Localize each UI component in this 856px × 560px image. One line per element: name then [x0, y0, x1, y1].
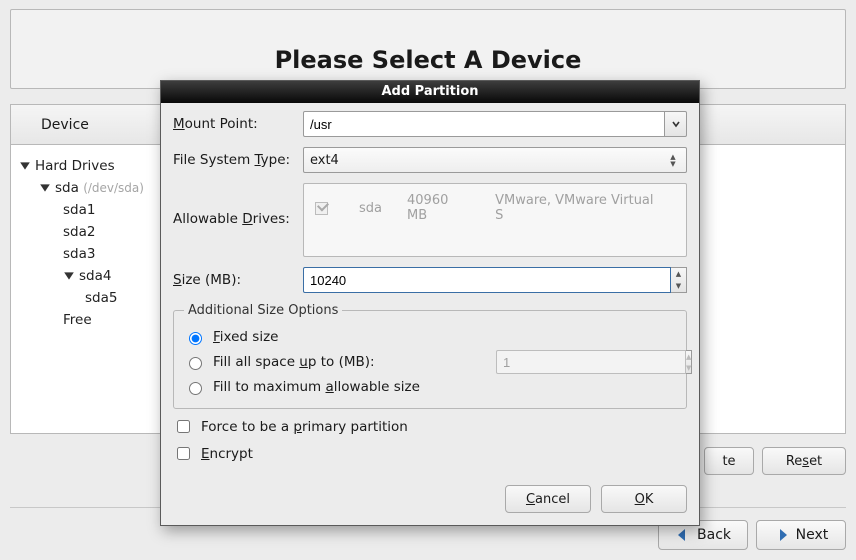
delete-button[interactable]: te [704, 447, 754, 475]
arrow-left-icon [675, 527, 691, 543]
encrypt-checkbox[interactable]: Encrypt [173, 444, 687, 463]
drive-size: 40960 MB [406, 192, 492, 224]
expand-icon[interactable] [19, 160, 31, 172]
radio-fill-up-to-input[interactable] [189, 357, 202, 370]
tree-label: sda5 [85, 287, 117, 309]
fs-type-select[interactable]: ext4 ▲▼ [303, 147, 687, 173]
mount-point-input[interactable] [303, 111, 665, 137]
fill-up-to-input [496, 350, 686, 374]
drive-name: sda [358, 192, 404, 224]
spin-arrows-icon[interactable]: ▲▼ [671, 267, 687, 293]
tree-label: sda1 [63, 199, 95, 221]
tree-label: Free [63, 309, 92, 331]
allowable-drives-list: sda 40960 MB VMware, VMware Virtual S [303, 183, 687, 257]
fs-type-value: ext4 [310, 153, 339, 168]
fill-up-to-spinbox: ▲▼ [496, 350, 676, 374]
radio-fill-max-input[interactable] [189, 382, 202, 395]
force-primary-checkbox[interactable]: Force to be a primary partition [173, 417, 687, 436]
expand-icon[interactable] [63, 270, 75, 282]
fs-type-label: File System Type: [173, 152, 303, 168]
dialog-title: Add Partition [161, 81, 699, 103]
encrypt-input[interactable] [177, 447, 190, 460]
chevron-down-icon[interactable] [665, 111, 687, 137]
radio-fixed-size-input[interactable] [189, 332, 202, 345]
spin-arrows-icon: ▲▼ [686, 350, 692, 374]
button-label: te [722, 454, 735, 469]
radio-fill-up-to-label[interactable]: Fill all space up to (MB): [213, 354, 375, 370]
mount-point-label: Mount Point: [173, 116, 303, 132]
spin-icon[interactable]: ▲▼ [666, 154, 680, 167]
size-options-legend: Additional Size Options [184, 303, 342, 318]
additional-size-options: Additional Size Options Fixed size Fill … [173, 303, 687, 409]
size-input[interactable] [303, 267, 671, 293]
radio-fill-max[interactable]: Fill to maximum allowable size [184, 379, 676, 395]
next-button[interactable]: Next [756, 520, 846, 550]
add-partition-dialog: Add Partition Mount Point: File System T… [160, 80, 700, 526]
dialog-button-bar: Cancel OK [161, 473, 699, 525]
force-primary-input[interactable] [177, 420, 190, 433]
tree-label: Hard Drives [35, 155, 115, 177]
mount-point-combo[interactable] [303, 111, 687, 137]
reset-button[interactable]: Reset [762, 447, 846, 475]
tree-disk-path: (/dev/sda) [83, 177, 144, 199]
size-spinbox[interactable]: ▲▼ [303, 267, 687, 293]
ok-button[interactable]: OK [601, 485, 687, 513]
drive-vendor: VMware, VMware Virtual S [494, 192, 676, 224]
tree-label: sda [55, 177, 79, 199]
tree-label: sda2 [63, 221, 95, 243]
page-title: Please Select A Device [0, 46, 856, 74]
tree-label: sda4 [79, 265, 111, 287]
allowable-drives-label: Allowable Drives: [173, 183, 303, 227]
radio-fixed-size[interactable]: Fixed size [184, 329, 676, 345]
tree-label: sda3 [63, 243, 95, 265]
cancel-button[interactable]: Cancel [505, 485, 591, 513]
size-label: Size (MB): [173, 272, 303, 288]
drive-checkbox-disabled [315, 202, 328, 215]
arrow-right-icon [774, 527, 790, 543]
drive-row: sda 40960 MB VMware, VMware Virtual S [314, 192, 676, 224]
expand-icon[interactable] [39, 182, 51, 194]
device-column-header: Device [11, 117, 119, 133]
